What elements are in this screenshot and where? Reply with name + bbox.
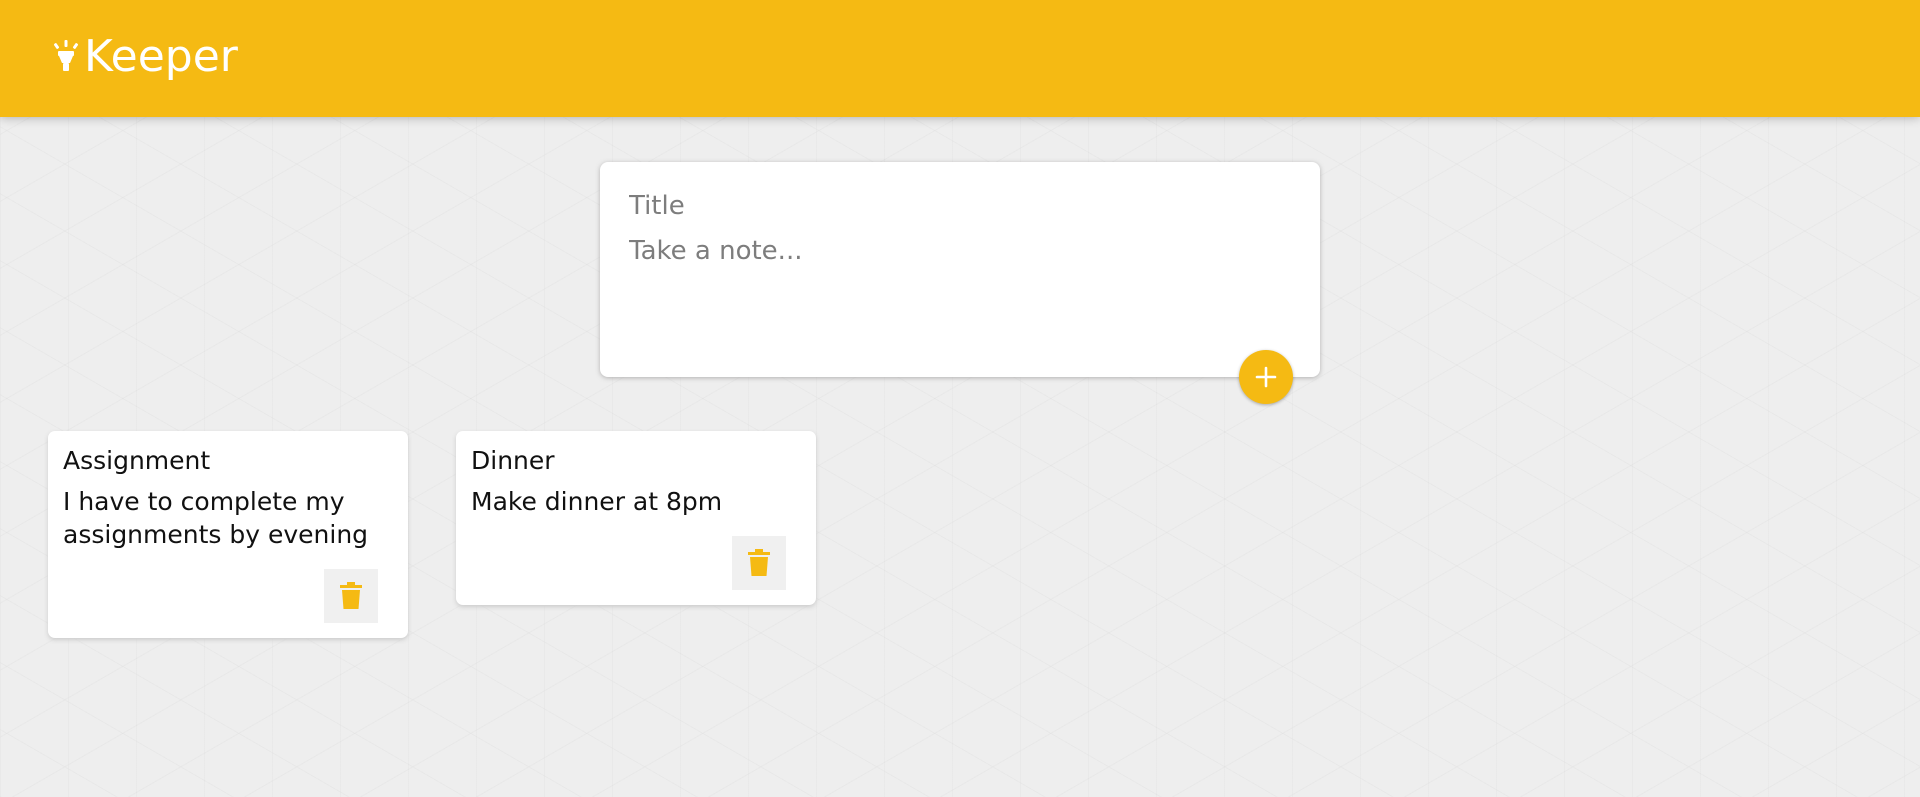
trash-icon: [340, 582, 362, 609]
trash-icon: [748, 549, 770, 576]
highlight-lamp-icon: [53, 39, 79, 71]
plus-icon: [1255, 366, 1277, 388]
create-note-form: [600, 162, 1320, 377]
app-title: Keeper: [84, 31, 238, 82]
note-card: Assignment I have to complete my assignm…: [48, 431, 408, 638]
add-note-button[interactable]: [1239, 350, 1293, 404]
note-content: I have to complete my assignments by eve…: [63, 487, 369, 549]
delete-note-button[interactable]: [324, 569, 378, 623]
note-card: Dinner Make dinner at 8pm: [456, 431, 816, 605]
app-header: Keeper: [0, 0, 1920, 117]
note-title-input[interactable]: [629, 188, 1291, 224]
note-content: Make dinner at 8pm: [471, 487, 723, 516]
delete-note-button[interactable]: [732, 536, 786, 590]
note-title: Assignment: [63, 446, 211, 475]
note-content-input[interactable]: [629, 236, 1291, 336]
note-title: Dinner: [471, 446, 555, 475]
